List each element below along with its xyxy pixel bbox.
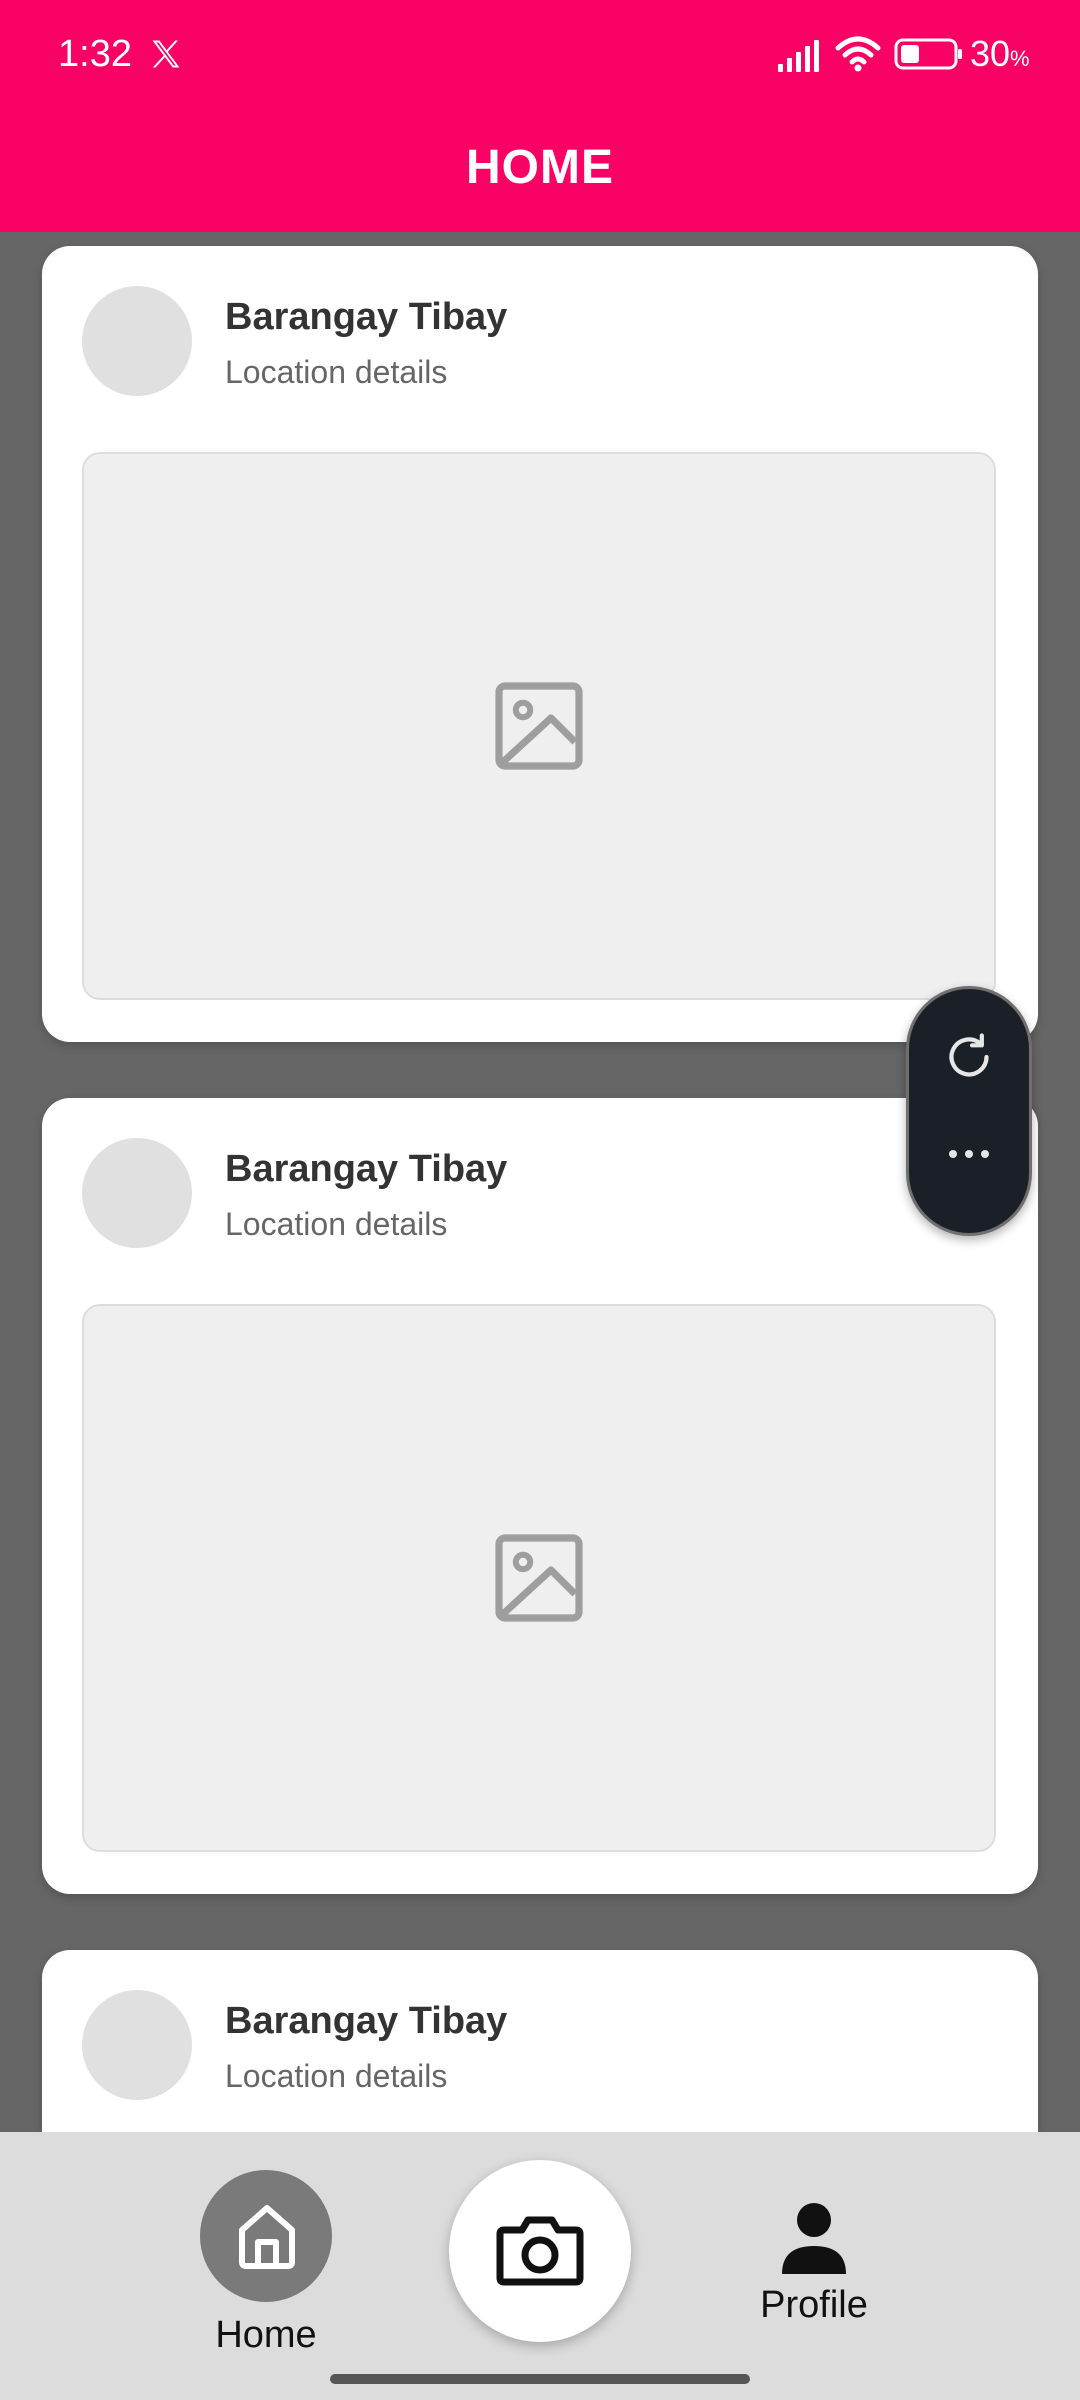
post-subtitle: Location details: [225, 2058, 448, 2094]
more-horizontal-icon[interactable]: [941, 1139, 997, 1169]
battery-level: 30%: [970, 33, 1030, 74]
status-bar: 1:32 30%: [0, 0, 1080, 108]
post-card[interactable]: Barangay Tibay Location details: [42, 1950, 1038, 2132]
camera-button[interactable]: [449, 2160, 631, 2342]
avatar: [82, 1990, 192, 2100]
post-title: Barangay Tibay: [225, 1148, 508, 1190]
post-title: Barangay Tibay: [225, 2000, 508, 2042]
floating-action-pill[interactable]: [906, 986, 1032, 1236]
post-card[interactable]: Barangay Tibay Location details: [42, 1098, 1038, 1894]
battery-icon: [894, 38, 962, 70]
page-title: HOME: [466, 141, 614, 194]
post-subtitle: Location details: [225, 1206, 448, 1242]
nav-profile-label: Profile: [760, 2284, 868, 2326]
camera-icon: [496, 2216, 584, 2286]
person-icon: [782, 2203, 846, 2274]
post-title: Barangay Tibay: [225, 296, 508, 338]
status-time: 1:32: [58, 33, 132, 75]
post-card[interactable]: Barangay Tibay Location details: [42, 246, 1038, 1042]
post-image-placeholder[interactable]: [82, 452, 996, 1000]
refresh-icon[interactable]: [941, 1029, 997, 1085]
post-image-placeholder[interactable]: [82, 1304, 996, 1852]
nav-home-button[interactable]: Home: [190, 2170, 340, 2370]
nav-home-label: Home: [215, 2314, 317, 2356]
home-icon: [239, 2205, 295, 2269]
wifi-icon: [835, 36, 881, 72]
signal-icon: [778, 40, 819, 72]
avatar: [82, 286, 192, 396]
x-app-icon: [152, 40, 180, 68]
avatar: [82, 1138, 192, 1248]
gesture-navigation-bar[interactable]: [330, 2374, 750, 2384]
post-subtitle: Location details: [225, 354, 448, 390]
image-icon: [495, 1534, 583, 1622]
nav-profile-button[interactable]: Profile: [744, 2202, 884, 2362]
bottom-navigation: Home Profile: [0, 2132, 1080, 2400]
home-tab-indicator[interactable]: [200, 2170, 332, 2302]
app-header: 1:32 30% HOME: [0, 0, 1080, 232]
image-icon: [495, 682, 583, 770]
